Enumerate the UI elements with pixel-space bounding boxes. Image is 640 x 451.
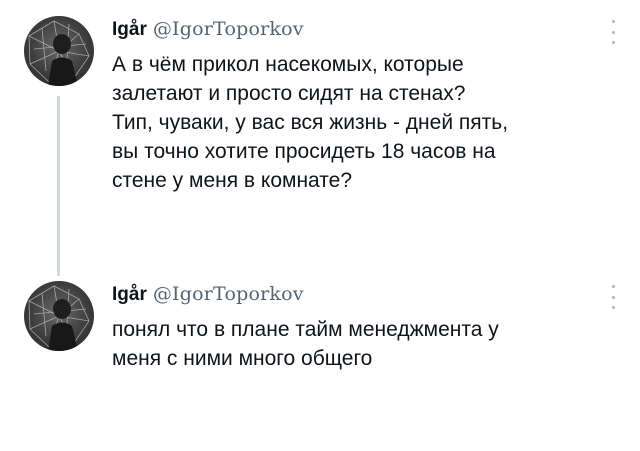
tweet-text-line: А в чём прикол насекомых, которые — [112, 53, 464, 76]
tweet-text-line: понял что в плане тайм менеджмента у — [112, 318, 499, 341]
tweet-header: Igår @IgorToporkov — [112, 17, 304, 42]
author-name[interactable]: Igår — [112, 284, 147, 305]
author-handle[interactable]: @IgorToporkov — [153, 283, 304, 305]
avatar-photo — [28, 20, 90, 86]
tweet[interactable]: Igår @IgorToporkov А в чём прикол насеком… — [0, 0, 640, 276]
more-options-icon[interactable] — [608, 20, 618, 44]
thread-connector-line — [57, 96, 60, 276]
tweet-text-line: стене у меня в комнате? — [112, 169, 353, 192]
more-options-icon[interactable] — [608, 285, 618, 309]
author-handle[interactable]: @IgorToporkov — [153, 18, 304, 40]
author-name[interactable]: Igår — [112, 19, 147, 40]
tweet[interactable]: Igår @IgorToporkov понял что в плане тайм… — [0, 270, 640, 451]
tweet-text-line: меня с ними много общего — [112, 347, 373, 370]
avatar-photo — [28, 285, 90, 351]
tweet-text-line: Тип, чуваки, у вас вся жизнь - дней пять… — [112, 111, 509, 134]
tweet-text: А в чём прикол насекомых, которые залета… — [112, 50, 627, 195]
tweet-text: понял что в плане тайм менеджмента у мен… — [112, 315, 627, 373]
tweet-text-line: залетают и просто сидят на стенах? — [112, 82, 466, 105]
avatar[interactable] — [24, 281, 94, 351]
avatar[interactable] — [24, 16, 94, 86]
tweet-header: Igår @IgorToporkov — [112, 282, 304, 307]
tweet-text-line: вы точно хотите просидеть 18 часов на — [112, 140, 496, 163]
